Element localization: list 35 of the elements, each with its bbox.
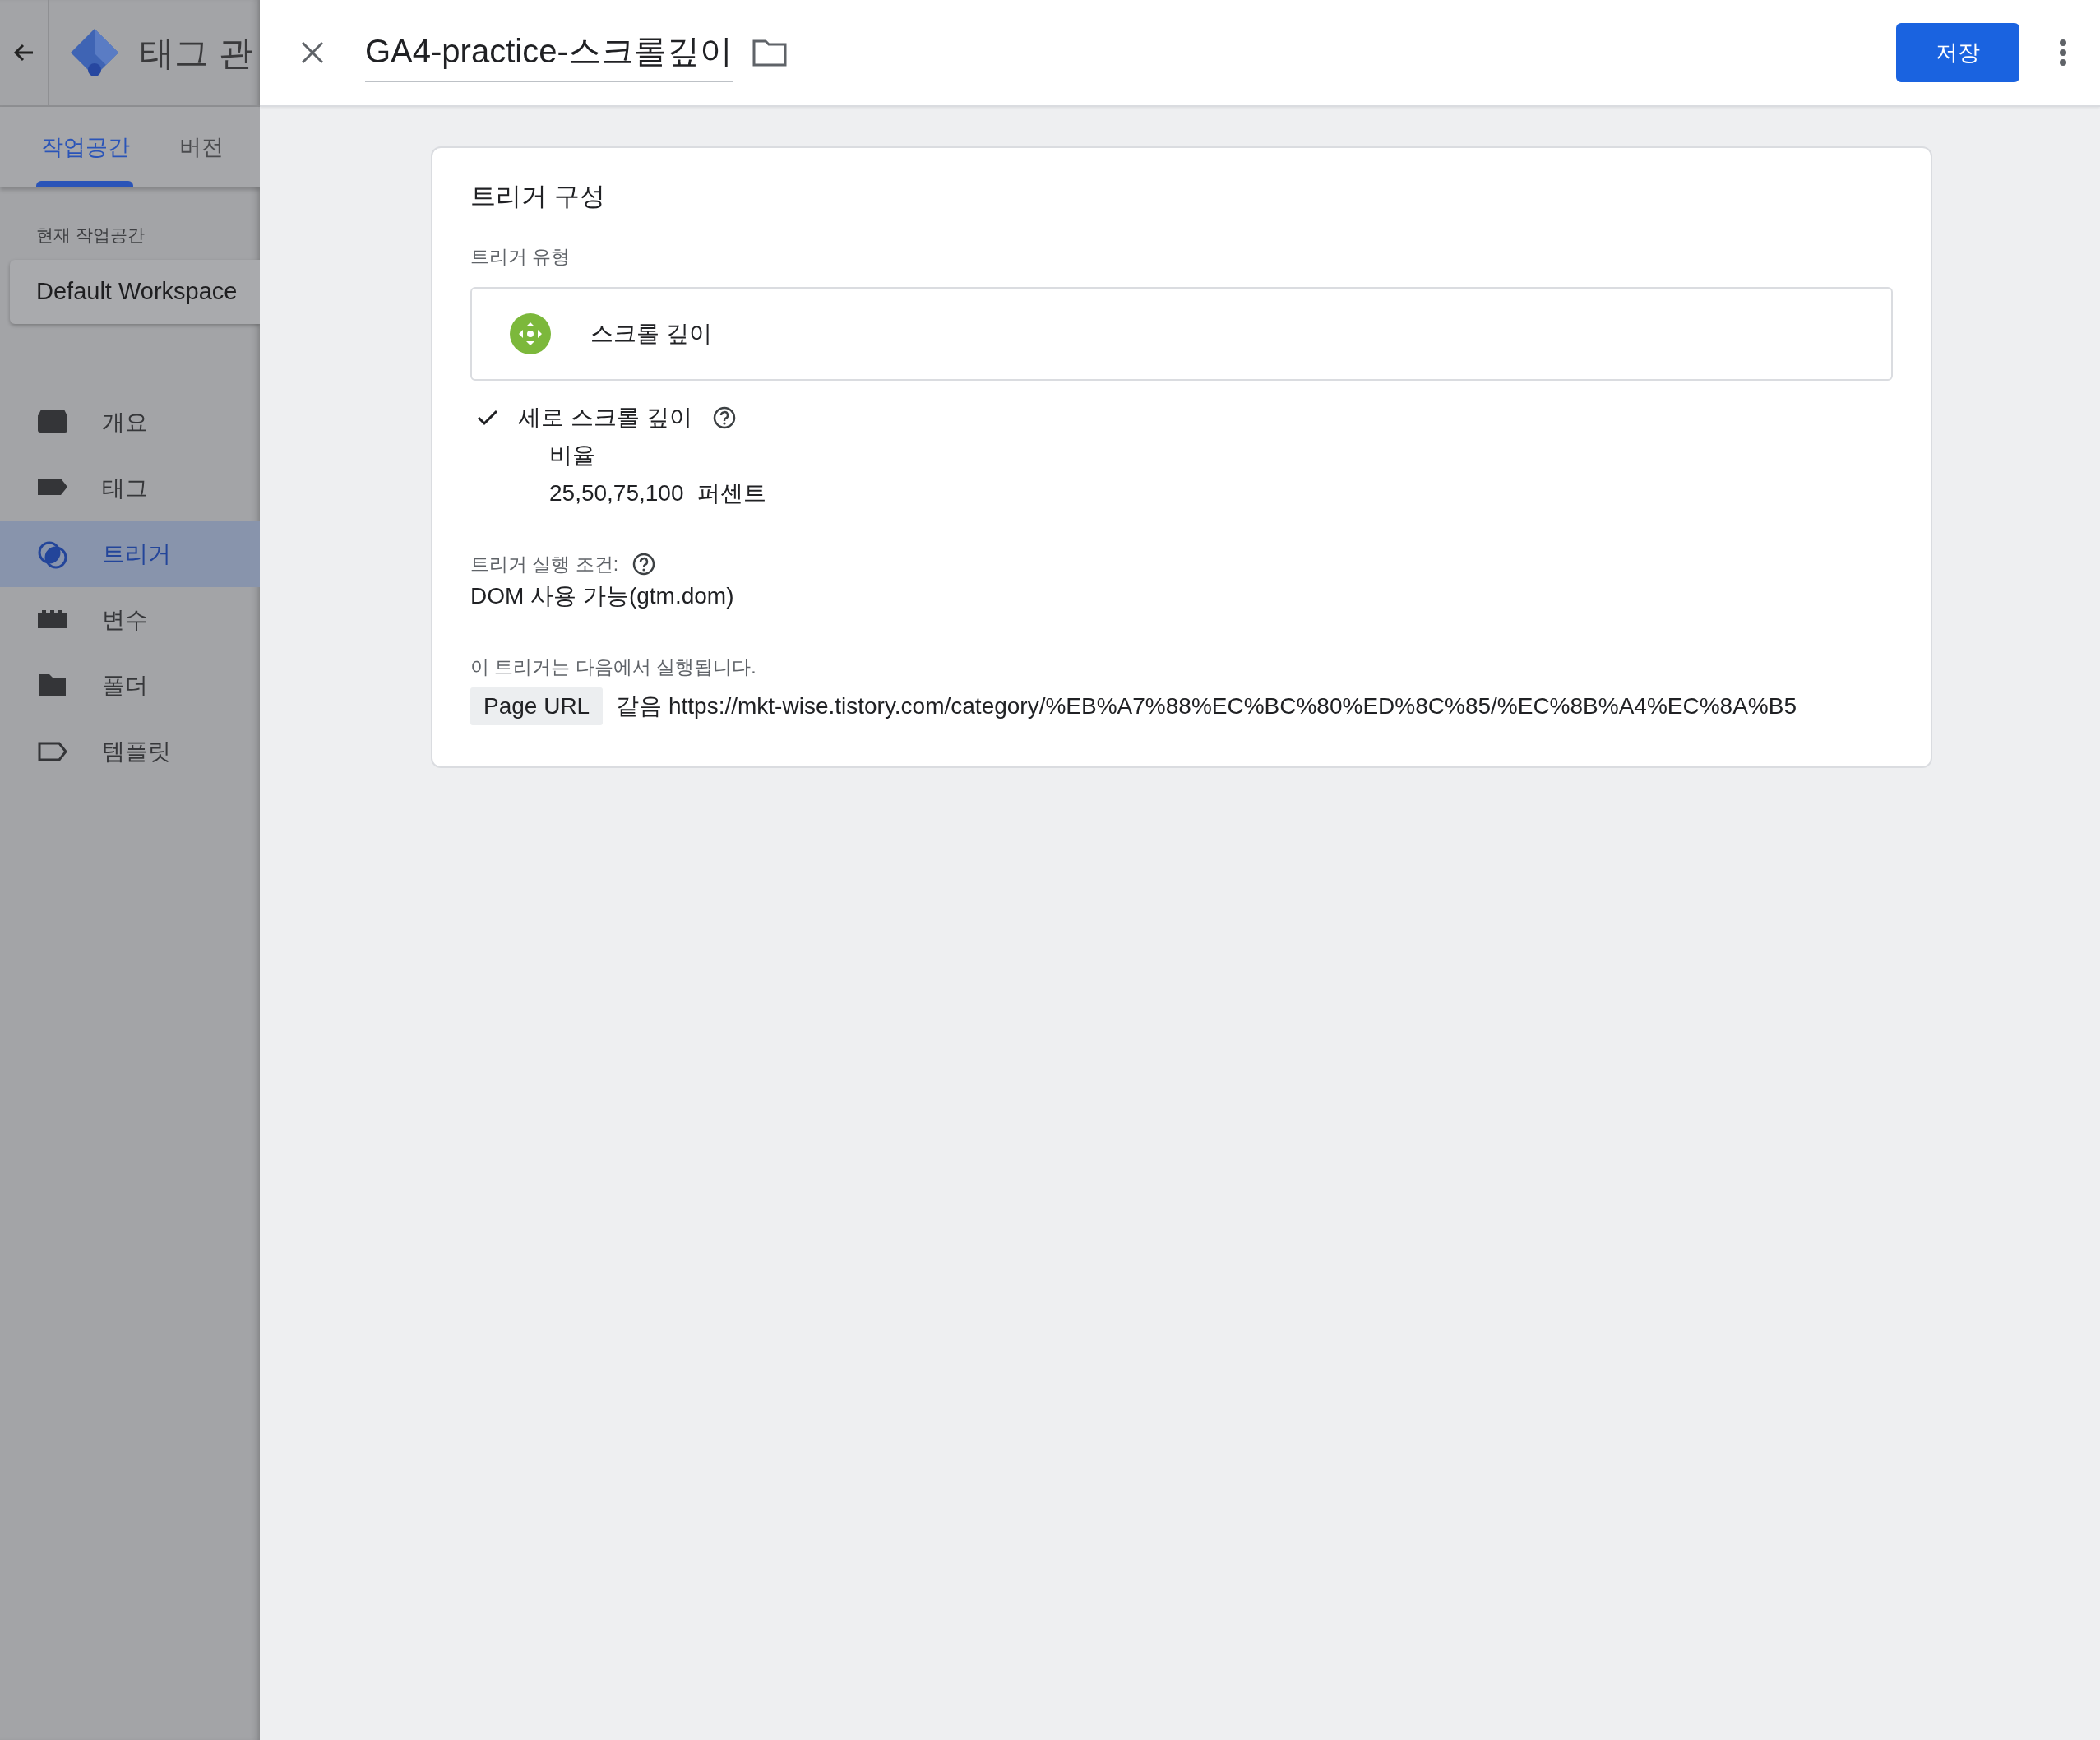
app-title: 태그 관 bbox=[140, 32, 253, 74]
sidebar-item[interactable]: 템플릿 bbox=[0, 718, 260, 784]
workspace-selector[interactable]: Default Workspace bbox=[10, 259, 260, 324]
condition-label: 이 트리거는 다음에서 실행됩니다. bbox=[470, 655, 757, 679]
back-arrow-icon bbox=[13, 43, 35, 62]
option-detail-label: 비율 bbox=[549, 442, 596, 470]
help-icon[interactable] bbox=[631, 552, 657, 577]
trigger-type-label: 트리거 유형 bbox=[470, 244, 571, 269]
close-icon[interactable] bbox=[301, 41, 324, 64]
option-unit: 퍼센트 bbox=[696, 479, 766, 507]
sidebar-tab[interactable]: 작업공간 bbox=[0, 107, 163, 187]
save-button[interactable]: 저장 bbox=[1896, 23, 2019, 82]
more-options-icon[interactable] bbox=[2059, 39, 2067, 67]
fire-on-label: 트리거 실행 조건: bbox=[470, 553, 619, 576]
option-values: 25,50,75,100 bbox=[549, 479, 684, 507]
sidebar-item[interactable]: 폴더 bbox=[0, 652, 260, 719]
trigger-type-name: 스크롤 깊이 bbox=[590, 320, 712, 348]
workspace-label: 현재 작업공간 bbox=[36, 224, 146, 246]
condition-variable: Page URL bbox=[470, 687, 604, 725]
condition-text: 같음 https://mkt-wise.tistory.com/category/%EB%A7%88%EC%BC%80%ED%8C%85/%EC%8B%A4%EC%8A%B5 bbox=[616, 692, 1797, 720]
fire-on-value: DOM 사용 가능(gtm.dom) bbox=[470, 581, 735, 610]
logo-icon bbox=[69, 27, 120, 78]
trigger-name-field[interactable]: GA4-practice-스크롤깊이 bbox=[365, 23, 733, 82]
sidebar-item[interactable]: 변수 bbox=[0, 586, 260, 653]
checkmark-icon[interactable] bbox=[477, 409, 498, 427]
card-heading: 트리거 구성 bbox=[470, 181, 606, 212]
sidebar-item[interactable]: 태그 bbox=[0, 455, 260, 521]
folder-icon[interactable] bbox=[752, 39, 787, 67]
help-icon[interactable] bbox=[711, 405, 737, 430]
sidebar-item[interactable]: 트리거 bbox=[0, 521, 260, 587]
scroll-depth-icon bbox=[510, 313, 551, 354]
sidebar-tab[interactable]: 버전 bbox=[163, 107, 240, 187]
trigger-type-selector[interactable]: 스크롤 깊이 bbox=[470, 287, 1893, 381]
sidebar-item[interactable]: 개요 bbox=[0, 389, 260, 456]
option-label: 세로 스크롤 깊이 bbox=[518, 404, 692, 432]
